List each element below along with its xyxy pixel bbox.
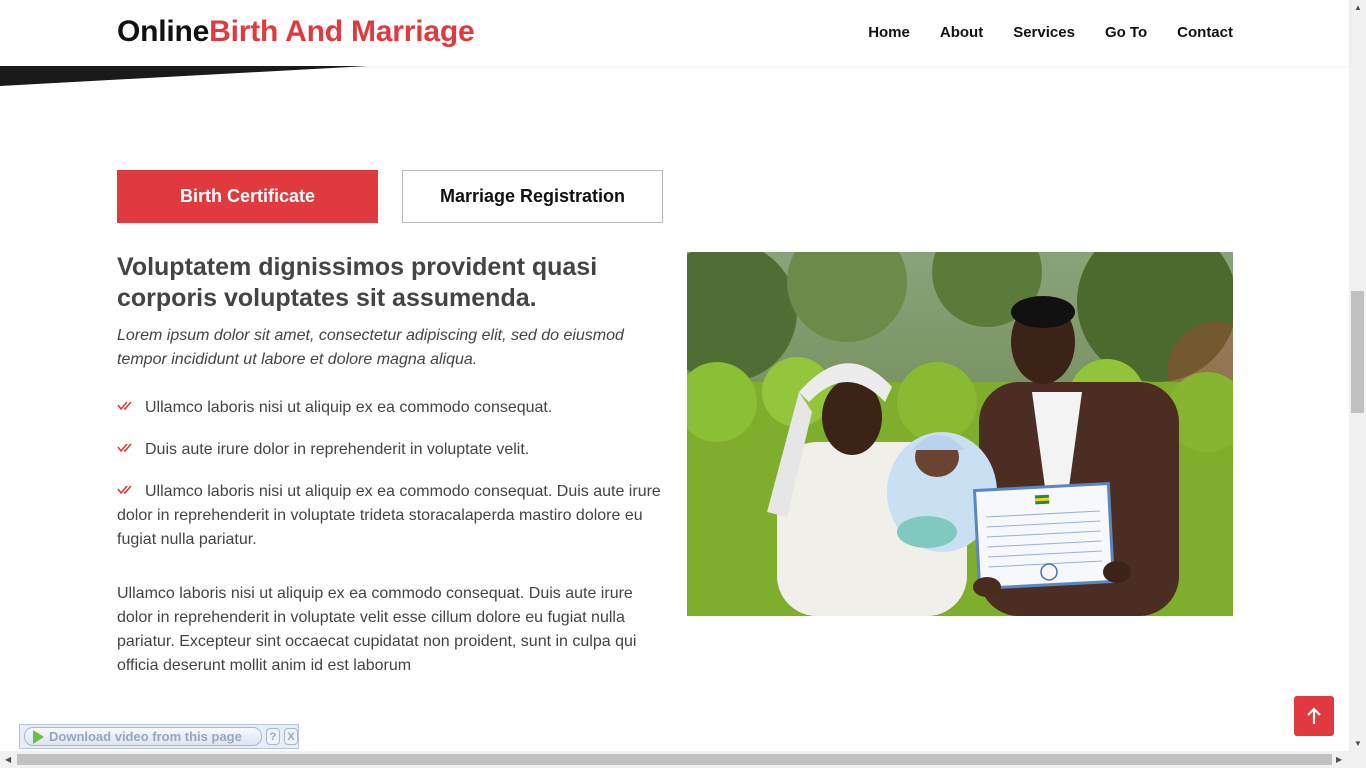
double-check-icon — [117, 443, 132, 453]
list-item-text: Ullamco laboris nisi ut aliquip ex ea co… — [145, 399, 553, 416]
list-item: Ullamco laboris nisi ut aliquip ex ea co… — [117, 480, 665, 552]
vertical-scrollbar[interactable]: ▲ ▼ — [1349, 0, 1366, 751]
close-button[interactable]: X — [284, 728, 298, 745]
nav-contact[interactable]: Contact — [1177, 24, 1233, 41]
horizontal-scroll-thumb[interactable] — [17, 754, 1332, 765]
tab-content: Voluptatem dignissimos provident quasi c… — [117, 252, 665, 678]
arrow-up-icon — [1307, 707, 1321, 724]
main-nav: Home About Services Go To Contact — [868, 24, 1233, 41]
family-certificate-photo — [687, 252, 1233, 616]
nav-about[interactable]: About — [940, 24, 983, 41]
nav-home[interactable]: Home — [868, 24, 910, 41]
content-heading: Voluptatem dignissimos provident quasi c… — [117, 253, 598, 312]
page: OnlineBirth And Marriage Home About Serv… — [0, 0, 1366, 768]
horizontal-scrollbar[interactable]: ◀ ▶ — [0, 751, 1366, 768]
help-button[interactable]: ? — [266, 728, 280, 745]
tab-marriage-registration[interactable]: Marriage Registration — [402, 170, 663, 223]
logo-accent-text: Birth And Marriage — [209, 15, 475, 48]
play-icon — [33, 729, 44, 744]
decorative-header-stripe — [0, 66, 368, 86]
site-logo[interactable]: OnlineBirth And Marriage — [117, 15, 475, 49]
scroll-down-arrow-icon[interactable]: ▼ — [1354, 739, 1362, 748]
content-lead: Lorem ipsum dolor sit amet, consectetur … — [117, 327, 624, 368]
vertical-scroll-thumb[interactable] — [1351, 291, 1364, 413]
content-paragraph: Ullamco laboris nisi ut aliquip ex ea co… — [117, 585, 637, 674]
scroll-right-arrow-icon[interactable]: ▶ — [1336, 755, 1342, 764]
list-item: Ullamco laboris nisi ut aliquip ex ea co… — [117, 396, 665, 420]
double-check-icon — [117, 485, 132, 495]
download-video-label: Download video from this page — [49, 729, 242, 744]
download-video-button[interactable]: Download video from this page — [24, 727, 262, 746]
scroll-up-arrow-icon[interactable]: ▲ — [1354, 3, 1362, 12]
list-item-text: Duis aute irure dolor in reprehenderit i… — [145, 441, 530, 458]
double-check-icon — [117, 401, 132, 411]
back-to-top-button[interactable] — [1294, 696, 1334, 736]
logo-primary-text: Online — [117, 15, 210, 48]
feature-list: Ullamco laboris nisi ut aliquip ex ea co… — [117, 396, 665, 552]
download-video-bar: Download video from this page ? X — [19, 724, 299, 749]
nav-services[interactable]: Services — [1013, 24, 1075, 41]
scroll-left-arrow-icon[interactable]: ◀ — [5, 755, 11, 764]
list-item: Duis aute irure dolor in reprehenderit i… — [117, 438, 665, 462]
tab-birth-certificate[interactable]: Birth Certificate — [117, 170, 378, 223]
site-header: OnlineBirth And Marriage Home About Serv… — [0, 0, 1349, 66]
list-item-text: Ullamco laboris nisi ut aliquip ex ea co… — [117, 483, 661, 548]
nav-go-to[interactable]: Go To — [1105, 24, 1147, 41]
